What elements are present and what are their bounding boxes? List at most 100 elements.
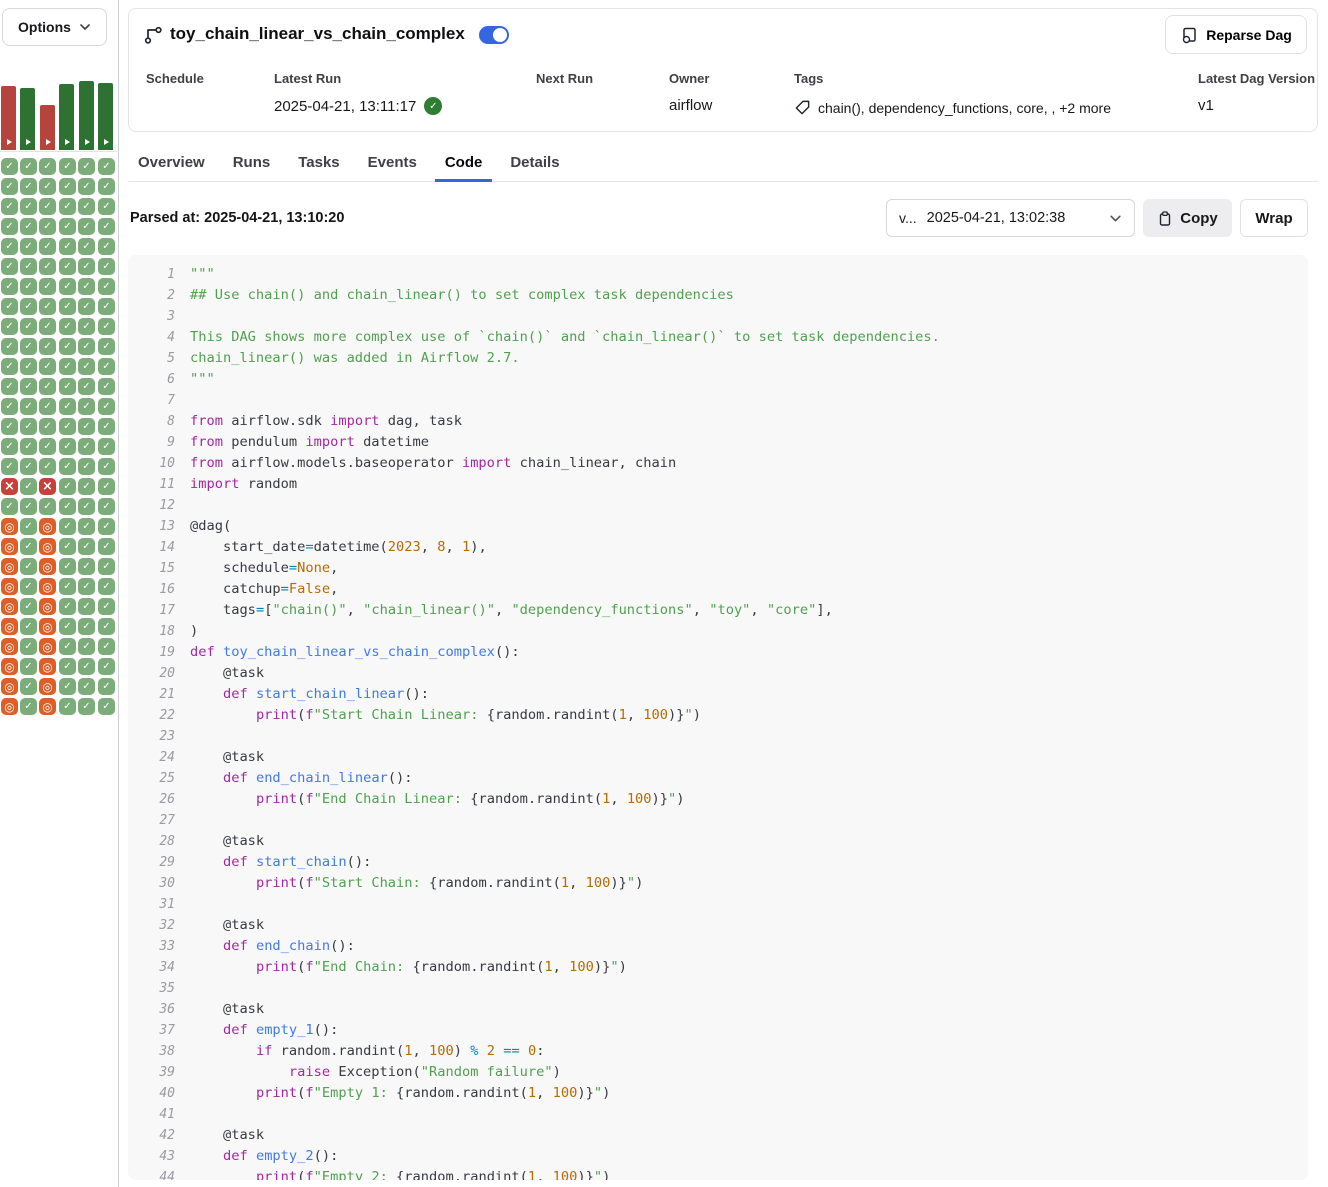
task-status-success-icon[interactable]: ✓ [78,298,95,315]
tab-code[interactable]: Code [435,146,493,182]
task-status-success-icon[interactable]: ✓ [20,238,37,255]
task-status-success-icon[interactable]: ✓ [98,478,115,495]
task-status-success-icon[interactable]: ✓ [98,178,115,195]
task-status-upstream-failed-icon[interactable]: ◎ [39,618,56,635]
task-status-success-icon[interactable]: ✓ [98,298,115,315]
task-status-success-icon[interactable]: ✓ [59,518,76,535]
wrap-button[interactable]: Wrap [1240,199,1308,237]
task-status-success-icon[interactable]: ✓ [59,278,76,295]
task-status-success-icon[interactable]: ✓ [59,598,76,615]
task-status-success-icon[interactable]: ✓ [59,458,76,475]
dag-run-bar[interactable] [1,86,16,150]
dag-run-bar[interactable] [20,88,35,150]
task-status-success-icon[interactable]: ✓ [20,458,37,475]
tab-tasks[interactable]: Tasks [288,146,349,182]
task-status-success-icon[interactable]: ✓ [98,658,115,675]
task-status-success-icon[interactable]: ✓ [39,178,56,195]
task-status-success-icon[interactable]: ✓ [59,358,76,375]
task-status-success-icon[interactable]: ✓ [98,218,115,235]
task-status-success-icon[interactable]: ✓ [39,218,56,235]
task-status-success-icon[interactable]: ✓ [20,398,37,415]
task-status-success-icon[interactable]: ✓ [59,238,76,255]
task-status-success-icon[interactable]: ✓ [20,658,37,675]
task-status-success-icon[interactable]: ✓ [59,438,76,455]
task-status-success-icon[interactable]: ✓ [78,658,95,675]
task-status-success-icon[interactable]: ✓ [39,298,56,315]
task-status-success-icon[interactable]: ✓ [39,458,56,475]
task-status-success-icon[interactable]: ✓ [20,518,37,535]
dag-run-bar[interactable] [79,81,94,150]
task-status-success-icon[interactable]: ✓ [98,618,115,635]
task-status-success-icon[interactable]: ✓ [78,558,95,575]
copy-button[interactable]: Copy [1143,199,1232,237]
task-status-success-icon[interactable]: ✓ [98,258,115,275]
task-status-success-icon[interactable]: ✓ [39,198,56,215]
task-status-success-icon[interactable]: ✓ [39,338,56,355]
task-status-success-icon[interactable]: ✓ [98,318,115,335]
task-status-success-icon[interactable]: ✓ [59,178,76,195]
task-status-success-icon[interactable]: ✓ [59,378,76,395]
latest-run-value[interactable]: 2025-04-21, 13:11:17 ✓ [274,97,442,115]
task-status-success-icon[interactable]: ✓ [59,218,76,235]
task-status-success-icon[interactable]: ✓ [39,378,56,395]
task-status-success-icon[interactable]: ✓ [20,258,37,275]
dag-version-select[interactable]: v... 2025-04-21, 13:02:38 [886,199,1135,237]
task-status-success-icon[interactable]: ✓ [20,478,37,495]
task-status-success-icon[interactable]: ✓ [20,698,37,715]
task-status-success-icon[interactable]: ✓ [59,198,76,215]
task-status-success-icon[interactable]: ✓ [98,418,115,435]
task-status-success-icon[interactable]: ✓ [20,178,37,195]
task-status-success-icon[interactable]: ✓ [20,558,37,575]
task-status-success-icon[interactable]: ✓ [59,638,76,655]
task-status-upstream-failed-icon[interactable]: ◎ [39,698,56,715]
task-status-success-icon[interactable]: ✓ [1,258,18,275]
task-status-success-icon[interactable]: ✓ [78,378,95,395]
task-status-upstream-failed-icon[interactable]: ◎ [39,538,56,555]
task-status-success-icon[interactable]: ✓ [20,358,37,375]
task-status-upstream-failed-icon[interactable]: ◎ [39,638,56,655]
task-status-success-icon[interactable]: ✓ [78,698,95,715]
task-status-success-icon[interactable]: ✓ [98,158,115,175]
tab-details[interactable]: Details [500,146,569,182]
reparse-dag-button[interactable]: Reparse Dag [1165,15,1307,54]
task-status-upstream-failed-icon[interactable]: ◎ [39,518,56,535]
task-status-success-icon[interactable]: ✓ [78,538,95,555]
task-status-upstream-failed-icon[interactable]: ◎ [1,698,18,715]
task-status-success-icon[interactable]: ✓ [59,538,76,555]
dag-run-bar[interactable] [59,84,74,150]
task-status-success-icon[interactable]: ✓ [78,618,95,635]
task-status-success-icon[interactable]: ✓ [1,298,18,315]
task-status-success-icon[interactable]: ✓ [78,418,95,435]
task-status-success-icon[interactable]: ✓ [39,358,56,375]
task-status-success-icon[interactable]: ✓ [59,698,76,715]
task-status-success-icon[interactable]: ✓ [1,178,18,195]
task-status-success-icon[interactable]: ✓ [59,158,76,175]
task-status-success-icon[interactable]: ✓ [59,578,76,595]
task-status-success-icon[interactable]: ✓ [78,278,95,295]
task-status-success-icon[interactable]: ✓ [20,618,37,635]
task-status-failed-icon[interactable]: × [1,478,18,495]
task-status-upstream-failed-icon[interactable]: ◎ [1,538,18,555]
task-status-success-icon[interactable]: ✓ [20,198,37,215]
task-status-success-icon[interactable]: ✓ [1,498,18,515]
task-status-success-icon[interactable]: ✓ [98,438,115,455]
dag-run-bar[interactable] [98,83,113,150]
task-status-success-icon[interactable]: ✓ [20,638,37,655]
task-status-success-icon[interactable]: ✓ [59,418,76,435]
task-status-success-icon[interactable]: ✓ [98,518,115,535]
task-status-success-icon[interactable]: ✓ [98,198,115,215]
task-status-upstream-failed-icon[interactable]: ◎ [1,518,18,535]
task-status-success-icon[interactable]: ✓ [1,318,18,335]
task-status-success-icon[interactable]: ✓ [59,318,76,335]
task-status-success-icon[interactable]: ✓ [20,538,37,555]
task-status-success-icon[interactable]: ✓ [1,158,18,175]
task-status-success-icon[interactable]: ✓ [59,658,76,675]
task-status-success-icon[interactable]: ✓ [78,678,95,695]
task-status-success-icon[interactable]: ✓ [20,338,37,355]
task-status-upstream-failed-icon[interactable]: ◎ [39,678,56,695]
task-status-success-icon[interactable]: ✓ [39,278,56,295]
task-status-success-icon[interactable]: ✓ [59,338,76,355]
task-status-upstream-failed-icon[interactable]: ◎ [39,598,56,615]
task-status-success-icon[interactable]: ✓ [20,158,37,175]
task-status-success-icon[interactable]: ✓ [39,258,56,275]
